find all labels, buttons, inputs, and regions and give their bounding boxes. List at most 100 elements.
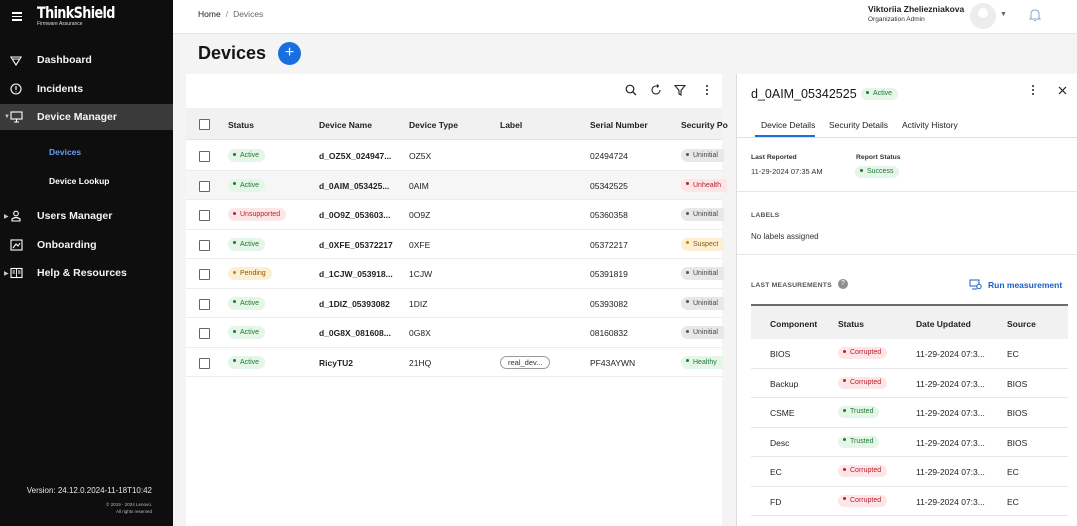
source: EC	[1007, 349, 1019, 359]
bell-icon[interactable]	[1028, 8, 1042, 24]
security-badge-label: Uninitial	[693, 211, 718, 218]
top-bar: Home / Devices Viktoriia Zheliezniakova Or…	[173, 0, 1077, 34]
measurement-status-label: Trusted	[850, 437, 874, 445]
label-tag[interactable]: real_dev...	[500, 355, 551, 369]
device-name[interactable]: d_0XFE_05372217	[319, 240, 393, 250]
column-header[interactable]: Security Po	[681, 120, 728, 130]
sidebar-label: Help & Resources	[37, 267, 127, 279]
row-checkbox[interactable]	[199, 328, 210, 339]
status-badge-label: Active	[240, 181, 260, 189]
measurement-status-label: Trusted	[850, 408, 874, 415]
detail-title: d_0AIM_05342525	[751, 87, 857, 101]
sidebar-item-onboarding[interactable]: Onboarding	[0, 232, 173, 258]
help-icon[interactable]: ?	[838, 279, 848, 289]
sidebar-subitem-devices[interactable]: Devices	[49, 147, 81, 157]
measurement-status-label: Corrupted	[850, 467, 882, 474]
tab-device-details[interactable]: Device Details	[761, 120, 815, 130]
column-header[interactable]: Label	[500, 120, 522, 130]
row-checkbox[interactable]	[199, 239, 210, 251]
divider	[737, 191, 1077, 192]
security-badge-label: Uninitial	[693, 299, 718, 307]
column-header[interactable]: Device Name	[319, 120, 372, 130]
menu-icon[interactable]	[12, 10, 22, 23]
dashboard-icon	[9, 53, 23, 67]
tab-activity-history[interactable]: Activity History	[902, 120, 958, 130]
row-checkbox[interactable]	[199, 357, 210, 369]
table-row[interactable]: Active d_0XFE_05372217 0XFE 05372217 Suspect	[186, 230, 725, 259]
status-badge: Active	[228, 149, 266, 162]
labels-value: No labels assigned	[751, 232, 819, 241]
device-name[interactable]: d_0AIM_053425...	[319, 181, 389, 191]
filter-icon[interactable]	[672, 82, 688, 98]
serial-number: 05342525	[590, 180, 628, 191]
measurement-row: CSME Trusted 11-29-2024 07:3... BIOS	[751, 398, 1068, 428]
device-type: 0G8X	[409, 328, 431, 338]
security-badge: Healthy	[681, 355, 723, 369]
breadcrumb-separator: /	[225, 9, 229, 19]
device-name[interactable]: d_0G8X_081608...	[319, 328, 391, 338]
last-reported-label: Last Reported	[751, 154, 797, 161]
breadcrumb-home[interactable]: Home	[198, 9, 221, 19]
measurement-row: BIOS Corrupted 11-29-2024 07:3... EC	[751, 339, 1068, 369]
table-row[interactable]: Active d_OZ5X_024947... OZ5X 02494724 Uninit…	[186, 141, 724, 171]
more-vertical-icon[interactable]	[699, 82, 715, 98]
row-checkbox[interactable]	[199, 269, 210, 280]
measurement-status-label: Corrupted	[850, 349, 882, 356]
sidebar-item-dashboard[interactable]: Dashboard	[0, 47, 173, 73]
date-updated: 11-29-2024 07:3...	[916, 467, 985, 477]
logo: ThinkShield Firmware Assurance	[37, 4, 134, 28]
table-row[interactable]: Active RicyTU2 21HQ real_dev... PF43AYWN Heal…	[186, 348, 723, 377]
measurement-status-label: Corrupted	[850, 378, 882, 386]
sidebar-item-users-manager[interactable]: ▶ Users Manager	[0, 203, 173, 229]
security-badge: Uninitial	[681, 296, 724, 310]
active-tab-indicator	[755, 135, 815, 137]
search-icon[interactable]	[623, 82, 639, 98]
device-detail-panel: d_0AIM_05342525 Active Device Details Se…	[736, 74, 1077, 526]
add-device-button[interactable]: +	[278, 42, 301, 65]
row-checkbox[interactable]	[199, 210, 210, 221]
row-checkbox[interactable]	[199, 151, 210, 162]
sidebar-item-device-manager[interactable]: ▼ Device Manager	[0, 104, 173, 130]
more-vertical-icon[interactable]	[1031, 84, 1035, 98]
caret-right-icon: ▶	[4, 213, 9, 220]
run-measurement-button[interactable]: Run measurement	[969, 279, 1062, 290]
table-row[interactable]: Active d_0G8X_081608... 0G8X 08160832 Uninit…	[186, 318, 724, 348]
device-name[interactable]: d_1CJW_053918...	[319, 269, 393, 279]
sidebar-subitem-device-lookup[interactable]: Device Lookup	[49, 176, 109, 186]
status-badge: Unsupported	[228, 208, 287, 221]
column-header: Source	[1007, 319, 1036, 329]
chevron-down-icon[interactable]: ▼	[1000, 11, 1007, 18]
select-all-checkbox[interactable]	[199, 119, 210, 130]
device-type: 0O9Z	[409, 210, 431, 220]
status-badge: Active	[228, 237, 266, 251]
table-row[interactable]: Active d_0AIM_053425... 0AIM 05342525 Unheal…	[186, 170, 728, 200]
close-icon[interactable]	[1058, 84, 1067, 98]
row-checkbox[interactable]	[199, 298, 210, 310]
component-name: Backup	[770, 378, 799, 389]
table-row[interactable]: Active d_1DIZ_05393082 1DIZ 05393082 Uniniti…	[186, 289, 724, 318]
source: BIOS	[1007, 437, 1028, 448]
measurement-row: Backup Corrupted 11-29-2024 07:3... BIOS	[751, 368, 1068, 398]
sidebar-item-help[interactable]: ▶ Help & Resources	[0, 260, 173, 286]
device-name[interactable]: RicyTU2	[319, 358, 353, 368]
measurement-status-badge: Trusted	[838, 406, 880, 418]
avatar[interactable]	[970, 3, 996, 29]
column-header[interactable]: Serial Number	[590, 120, 648, 130]
security-badge-label: Suspect	[693, 240, 719, 248]
table-row[interactable]: Unsupported d_0O9Z_053603... 0O9Z 05360358 U…	[186, 200, 724, 230]
column-header[interactable]: Device Type	[409, 120, 458, 130]
last-reported-value: 11-29-2024 07:35 AM	[751, 167, 823, 176]
refresh-icon[interactable]	[648, 82, 664, 98]
sidebar-item-incidents[interactable]: Incidents	[0, 76, 173, 102]
device-name[interactable]: d_0O9Z_053603...	[319, 210, 390, 220]
device-name[interactable]: d_OZ5X_024947...	[319, 151, 391, 161]
table-row[interactable]: Pending d_1CJW_053918... 1CJW 05391819 Unini…	[186, 259, 724, 289]
status-badge-label: Pending	[240, 270, 266, 277]
device-name[interactable]: d_1DIZ_05393082	[319, 299, 390, 309]
column-header[interactable]: Status	[228, 120, 254, 130]
source: EC	[1007, 467, 1019, 477]
row-checkbox[interactable]	[199, 180, 210, 192]
security-badge: Uninitial	[681, 208, 724, 221]
tab-security-details[interactable]: Security Details	[829, 120, 888, 130]
user-name: Viktoriia Zheliezniakova	[868, 4, 965, 14]
